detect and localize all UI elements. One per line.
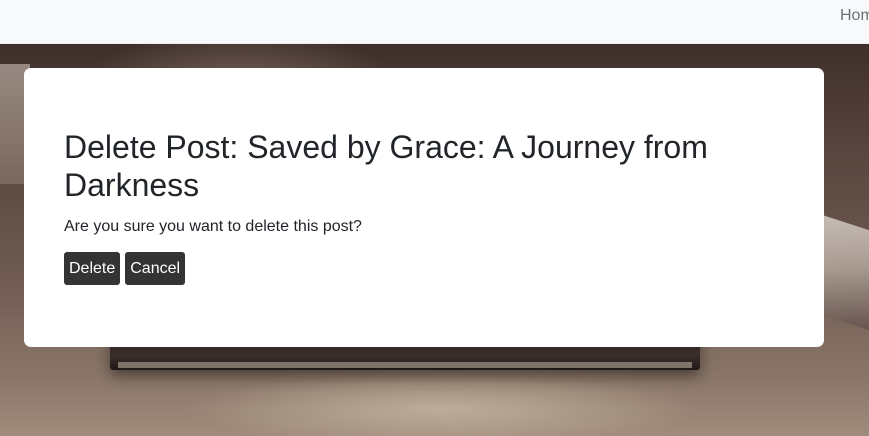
- top-navbar: Home: [0, 0, 869, 44]
- background-book-pages: [118, 362, 692, 368]
- delete-confirmation-card: Delete Post: Saved by Grace: A Journey f…: [24, 68, 824, 347]
- action-buttons: Delete Cancel: [64, 252, 784, 285]
- background-object-right: [820, 214, 869, 334]
- cancel-button[interactable]: Cancel: [125, 252, 186, 285]
- delete-button[interactable]: Delete: [64, 252, 121, 285]
- nav-link-home[interactable]: Home: [840, 7, 869, 25]
- page-title: Delete Post: Saved by Grace: A Journey f…: [64, 129, 708, 203]
- confirmation-message: Are you sure you want to delete this pos…: [64, 218, 362, 235]
- background-table-light: [180, 374, 700, 436]
